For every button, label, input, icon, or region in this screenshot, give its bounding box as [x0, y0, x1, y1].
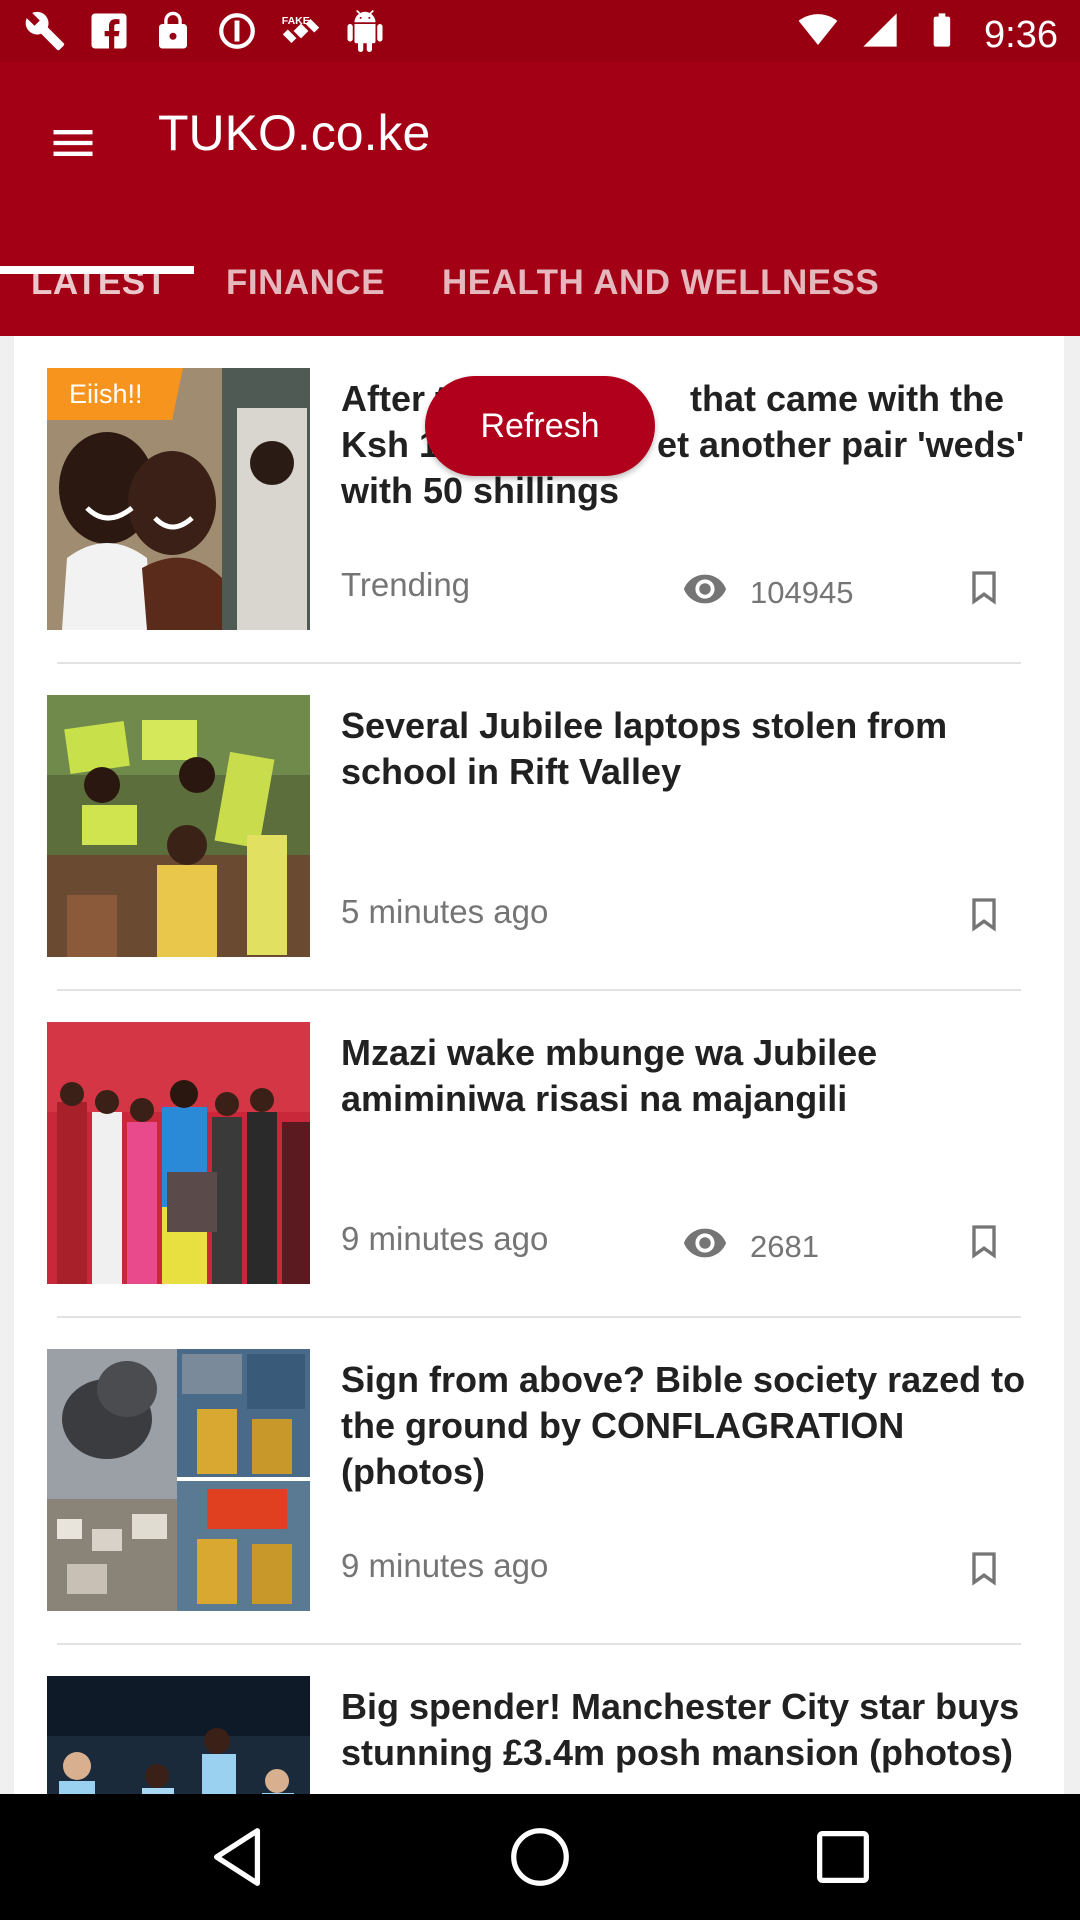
article-card[interactable]: Big spender! Manchester City star buys s…	[14, 1644, 1064, 1794]
article-feed[interactable]: Eiish!! After t that came with the Ksh 1e…	[14, 336, 1064, 1794]
bookmark-icon	[972, 1552, 996, 1586]
tab-finance[interactable]: FINANCE	[226, 230, 385, 336]
article-thumbnail	[47, 1022, 310, 1284]
view-count-value: 104945	[750, 575, 854, 610]
view-count: 2681	[682, 1220, 819, 1274]
tab-bar: LATEST FINANCE HEALTH AND WELLNESS	[0, 230, 1080, 336]
article-title[interactable]: Several Jubilee laptops stolen from scho…	[341, 703, 1041, 795]
notification-icons: FAKE	[24, 10, 386, 57]
bookmark-icon	[972, 1225, 996, 1259]
article-title[interactable]: Sign from above? Bible society razed to …	[341, 1357, 1041, 1495]
article-time: 5 minutes ago	[341, 893, 549, 930]
eye-icon	[682, 566, 728, 620]
article-card[interactable]: Several Jubilee laptops stolen from scho…	[14, 663, 1064, 991]
wifi-icon	[798, 10, 838, 60]
article-card[interactable]: Mzazi wake mbunge wa Jubilee amiminiwa r…	[14, 990, 1064, 1318]
status-bar: FAKE 9:36	[0, 0, 1080, 62]
svg-text:FAKE: FAKE	[282, 15, 310, 27]
fake-gps-icon: FAKE	[280, 10, 322, 57]
back-button[interactable]	[202, 1822, 272, 1892]
article-time: 9 minutes ago	[341, 1547, 549, 1584]
bookmark-icon	[972, 571, 996, 605]
article-thumbnail	[47, 1349, 310, 1611]
title-fragment-4: et another pair 'weds'	[657, 424, 1025, 465]
tab-health-and-wellness[interactable]: HEALTH AND WELLNESS	[442, 230, 879, 336]
refresh-button[interactable]: Refresh	[425, 376, 655, 476]
article-card[interactable]: Sign from above? Bible society razed to …	[14, 1317, 1064, 1645]
battery-icon	[922, 10, 962, 60]
menu-button[interactable]	[40, 112, 106, 178]
blocked-icon	[216, 10, 258, 57]
home-button[interactable]	[505, 1822, 575, 1892]
recents-button[interactable]	[808, 1822, 878, 1892]
article-badge: Eiish!!	[47, 368, 183, 420]
app-title: TUKO.co.ke	[158, 105, 431, 161]
app-bar: TUKO.co.ke LATEST FINANCE HEALTH AND WEL…	[0, 62, 1080, 336]
article-thumbnail	[47, 695, 310, 957]
article-time: 9 minutes ago	[341, 1220, 549, 1257]
facebook-icon	[88, 10, 130, 57]
view-count-value: 2681	[750, 1229, 819, 1264]
clock: 9:36	[984, 13, 1058, 56]
recents-icon	[817, 1831, 869, 1883]
bookmark-button[interactable]	[964, 568, 1004, 608]
tab-latest[interactable]: LATEST	[31, 230, 168, 336]
article-title[interactable]: Big spender! Manchester City star buys s…	[341, 1684, 1041, 1776]
menu-icon	[47, 117, 99, 174]
eye-icon	[682, 1220, 728, 1274]
system-status: 9:36	[798, 10, 1058, 60]
title-fragment-5: with 50 shillings	[341, 470, 620, 511]
article-thumbnail	[47, 1676, 310, 1794]
article-title[interactable]: Mzazi wake mbunge wa Jubilee amiminiwa r…	[341, 1030, 1041, 1122]
article-status: Trending	[341, 566, 471, 603]
lock-icon	[152, 10, 194, 57]
bookmark-button[interactable]	[964, 895, 1004, 935]
signal-icon	[860, 10, 900, 60]
back-icon	[213, 1828, 261, 1886]
bookmark-button[interactable]	[964, 1222, 1004, 1262]
android-icon	[344, 10, 386, 57]
bookmark-button[interactable]	[964, 1549, 1004, 1589]
title-line-3: with 50 shillings	[341, 468, 1041, 514]
tab-indicator	[0, 266, 194, 274]
navigation-bar	[0, 1794, 1080, 1920]
view-count: 104945	[682, 566, 853, 620]
bookmark-icon	[972, 898, 996, 932]
home-icon	[511, 1828, 569, 1886]
title-fragment-2: that came with the	[690, 378, 1005, 419]
wrench-icon	[24, 10, 66, 57]
